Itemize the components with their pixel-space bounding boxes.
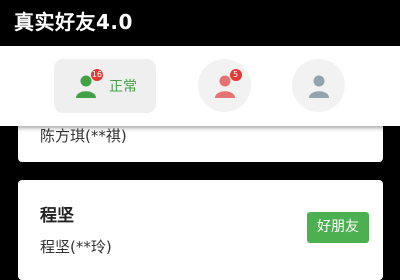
friend-list: 陈方琪(**祺) 程坚 程坚(**玲) 好朋友: [0, 94, 400, 280]
app-header: 真实好友4.0: [0, 0, 400, 46]
friend-remark: 程坚(**玲): [40, 238, 112, 256]
count-badge: 16: [90, 69, 103, 81]
count-badge: 5: [229, 68, 242, 81]
filter-tab-red[interactable]: 5: [198, 59, 251, 112]
gray-person-icon: [306, 74, 332, 98]
friend-remark: 陈方琪(**祺): [40, 127, 127, 145]
friend-card[interactable]: 程坚 程坚(**玲) 好朋友: [18, 180, 383, 280]
red-person-icon: 5: [212, 68, 242, 98]
green-person-icon: 16: [73, 69, 103, 98]
filter-tab-normal[interactable]: 16 正常: [54, 59, 156, 113]
filter-tab-gray[interactable]: [292, 59, 345, 112]
friend-name: 程坚: [40, 206, 74, 226]
good-friend-button[interactable]: 好朋友: [307, 212, 369, 243]
filter-bar: 16 正常 5: [0, 46, 400, 126]
app-title: 真实好友4.0: [14, 10, 133, 34]
filter-tab-label: 正常: [109, 79, 137, 95]
